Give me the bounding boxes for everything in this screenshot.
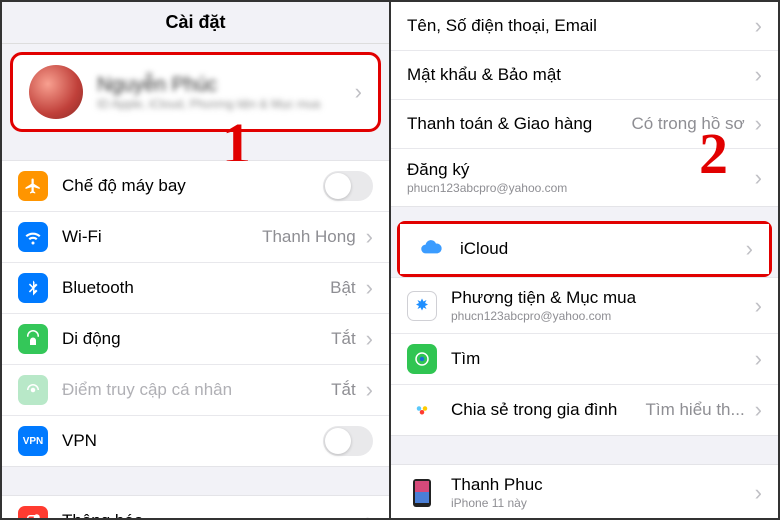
row-label: Wi-Fi <box>62 227 262 247</box>
settings-screen-1: Cài đặt Nguyễn Phúc ID Apple, iCloud, Ph… <box>2 2 389 518</box>
wifi-icon <box>18 222 48 252</box>
row-label: Tìm <box>451 349 749 369</box>
profile-text: Nguyễn Phúc ID Apple, iCloud, Phương tiệ… <box>97 74 349 111</box>
row-label: Đăng ký <box>407 160 749 180</box>
icloud-highlight: iCloud › <box>397 221 772 277</box>
appstore-icon <box>407 291 437 321</box>
airplane-mode-row[interactable]: Chế độ máy bay <box>2 161 389 212</box>
profile-row[interactable]: Nguyễn Phúc ID Apple, iCloud, Phương tiệ… <box>10 52 381 132</box>
media-purchases-row[interactable]: Phương tiện & Mục mua phucn123abcpro@yah… <box>391 277 778 334</box>
hotspot-row[interactable]: Điểm truy cập cá nhân Tắt › <box>2 365 389 416</box>
family-icon <box>407 395 437 425</box>
chevron-right-icon: › <box>755 111 762 137</box>
row-sub: iPhone 11 này <box>451 496 749 510</box>
chevron-right-icon: › <box>755 480 762 506</box>
chevron-right-icon: › <box>746 236 753 262</box>
find-my-row[interactable]: Tìm › <box>391 334 778 385</box>
row-detail: Có trong hồ sơ <box>631 114 744 134</box>
row-label: Phương tiện & Mục mua <box>451 288 749 308</box>
chevron-right-icon: › <box>366 275 373 301</box>
name-phone-email-row[interactable]: Tên, Số điện thoại, Email › <box>391 2 778 51</box>
row-label: Di động <box>62 329 331 349</box>
device-row-iphone[interactable]: Thanh Phuc iPhone 11 này › <box>391 465 778 518</box>
chevron-right-icon: › <box>755 62 762 88</box>
row-label: iCloud <box>460 239 740 259</box>
chevron-right-icon: › <box>755 165 762 191</box>
row-detail: Tắt <box>331 329 356 349</box>
chevron-right-icon: › <box>355 79 362 105</box>
airplane-icon <box>18 171 48 201</box>
iphone-icon <box>407 478 437 508</box>
profile-sub: ID Apple, iCloud, Phương tiện & Mục mua <box>97 97 349 111</box>
find-my-icon <box>407 344 437 374</box>
row-label: Điểm truy cập cá nhân <box>62 380 331 400</box>
wifi-row[interactable]: Wi-Fi Thanh Hong › <box>2 212 389 263</box>
hotspot-icon <box>18 375 48 405</box>
bluetooth-icon <box>18 273 48 303</box>
payment-shipping-row[interactable]: Thanh toán & Giao hàng Có trong hồ sơ › <box>391 100 778 149</box>
chevron-right-icon: › <box>755 13 762 39</box>
row-label: Mật khẩu & Bảo mật <box>407 65 749 85</box>
cellular-row[interactable]: Di động Tắt › <box>2 314 389 365</box>
notifications-row[interactable]: Thông báo › <box>2 496 389 518</box>
row-label: VPN <box>62 431 323 451</box>
row-label: Chế độ máy bay <box>62 176 323 196</box>
password-security-row[interactable]: Mật khẩu & Bảo mật › <box>391 51 778 100</box>
vpn-toggle[interactable] <box>323 426 373 456</box>
bluetooth-row[interactable]: Bluetooth Bật › <box>2 263 389 314</box>
icloud-row[interactable]: iCloud › <box>400 224 769 274</box>
chevron-right-icon: › <box>755 293 762 319</box>
airplane-toggle[interactable] <box>323 171 373 201</box>
vpn-row[interactable]: VPN VPN <box>2 416 389 466</box>
family-sharing-row[interactable]: Chia sẻ trong gia đình Tìm hiểu th... › <box>391 385 778 436</box>
row-detail: Tìm hiểu th... <box>645 400 744 420</box>
chevron-right-icon: › <box>366 326 373 352</box>
notifications-icon <box>18 506 48 518</box>
subscriptions-row[interactable]: Đăng ký phucn123abcpro@yahoo.com › <box>391 149 778 206</box>
row-label: Chia sẻ trong gia đình <box>451 400 645 420</box>
profile-name: Nguyễn Phúc <box>97 74 349 97</box>
row-label: Thanh Phuc <box>451 475 749 495</box>
chevron-right-icon: › <box>366 224 373 250</box>
chevron-right-icon: › <box>755 397 762 423</box>
row-sub: phucn123abcpro@yahoo.com <box>451 309 749 323</box>
row-detail: Tắt <box>331 380 356 400</box>
settings-screen-2: Tên, Số điện thoại, Email › Mật khẩu & B… <box>391 2 778 518</box>
page-title: Cài đặt <box>2 2 389 44</box>
avatar <box>29 65 83 119</box>
row-label: Thông báo <box>62 511 360 518</box>
chevron-right-icon: › <box>755 346 762 372</box>
row-label: Bluetooth <box>62 278 330 298</box>
cellular-icon <box>18 324 48 354</box>
chevron-right-icon: › <box>366 377 373 403</box>
row-label: Tên, Số điện thoại, Email <box>407 16 749 36</box>
row-label: Thanh toán & Giao hàng <box>407 114 631 134</box>
cloud-icon <box>416 234 446 264</box>
vpn-icon: VPN <box>18 426 48 456</box>
chevron-right-icon: › <box>366 508 373 518</box>
row-detail: Bật <box>330 278 356 298</box>
row-sub: phucn123abcpro@yahoo.com <box>407 181 749 195</box>
row-detail: Thanh Hong <box>262 227 356 247</box>
